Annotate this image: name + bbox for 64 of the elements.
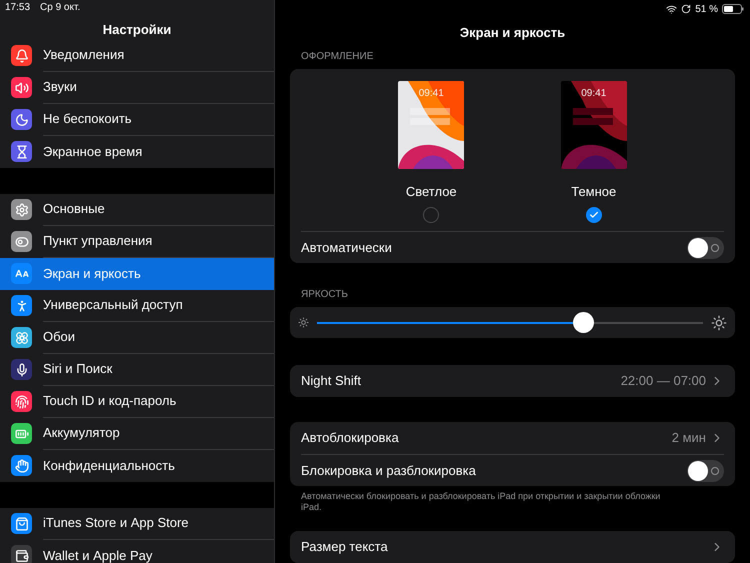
appearance-label: Светлое (406, 182, 457, 200)
sidebar-label: Уведомления (43, 46, 124, 64)
page-title: Экран и яркость (460, 24, 566, 42)
sidebar-title: Настройки (102, 21, 172, 39)
appearance-label: Темное (571, 182, 616, 200)
sidebar-label: Touch ID и код-пароль (43, 392, 176, 410)
row-label: Блокировка и разблокировка (301, 462, 476, 480)
toggle-switch[interactable] (687, 236, 724, 258)
status-date: Ср 9 окт. (40, 1, 80, 15)
row-label: Night Shift (301, 372, 361, 390)
sidebar-item[interactable]: Обои (0, 322, 274, 354)
check-icon (588, 210, 599, 220)
sidebar-label: Универсальный доступ (43, 296, 183, 314)
sidebar-label: Не беспокоить (43, 110, 132, 128)
row-value: 22:00 — 07:00 (620, 372, 706, 390)
battery-icon (722, 4, 744, 14)
preview-time: 09:41 (418, 86, 445, 100)
radio-button[interactable] (423, 207, 440, 223)
sidebar-label: Звуки (43, 78, 77, 96)
row-label: Автоматически (301, 238, 392, 257)
section-header: ЯРКОСТЬ (301, 288, 349, 302)
notification-bar (410, 118, 450, 124)
row-label: Размер текста (301, 538, 388, 556)
sidebar-item[interactable]: Touch ID и код-пароль (0, 386, 274, 418)
sidebar-item[interactable]: iTunes Store и App Store (0, 508, 274, 540)
sidebar-item[interactable]: Конфиденциальность (0, 450, 274, 482)
sidebar-label: Siri и Поиск (43, 360, 112, 378)
wifi-icon (666, 4, 678, 15)
footnote: Автоматически блокировать и разблокировать iPad при открытии и закрытии обложки iPad. (301, 491, 662, 513)
sun-large-icon (711, 314, 727, 330)
settings-row[interactable]: Размер текста (290, 531, 735, 563)
sun-small-icon (298, 317, 309, 328)
sidebar-item[interactable]: Экран и яркость (0, 258, 274, 290)
rotation-lock-icon (681, 4, 692, 14)
sidebar-item[interactable]: Не беспокоить (0, 104, 274, 136)
radio-button[interactable] (586, 207, 602, 223)
sidebar-item[interactable]: Аккумулятор (0, 418, 274, 450)
preview-time: 09:41 (580, 86, 608, 100)
sidebar-item[interactable]: Экранное время (0, 136, 274, 168)
sidebar-label: Аккумулятор (43, 424, 120, 442)
status-time: 17:53 (5, 1, 30, 15)
settings-row[interactable]: Night Shift 22:00 — 07:00 (290, 365, 735, 397)
sidebar-item[interactable]: Wallet и Apple Pay (0, 540, 274, 563)
sidebar-label: Обои (43, 328, 76, 346)
brightness-slider[interactable] (317, 312, 703, 333)
section-header: ОФОРМЛЕНИЕ (301, 50, 374, 64)
sidebar-label: iTunes Store и App Store (43, 514, 189, 532)
sidebar-item[interactable]: Уведомления (0, 40, 274, 72)
battery-percent: 51 % (695, 2, 718, 17)
slider-thumb[interactable] (573, 312, 594, 332)
row-value: 2 мин (672, 429, 706, 448)
sidebar-label: Wallet и Apple Pay (43, 546, 152, 563)
sidebar-label: Основные (43, 200, 105, 218)
sidebar-label: Пункт управления (43, 232, 152, 250)
sidebar-item[interactable]: Звуки (0, 72, 274, 104)
toggle-switch[interactable] (687, 460, 724, 482)
sidebar-item[interactable]: Siri и Поиск (0, 354, 274, 386)
sidebar-label: Экран и яркость (43, 264, 141, 283)
notification-bar (410, 108, 450, 114)
sidebar-item[interactable]: Основные (0, 194, 274, 226)
sidebar-item[interactable]: Универсальный доступ (0, 290, 274, 322)
row-label: Автоблокировка (301, 429, 399, 448)
sidebar-label: Конфиденциальность (43, 456, 175, 475)
sidebar-label: Экранное время (43, 142, 142, 161)
